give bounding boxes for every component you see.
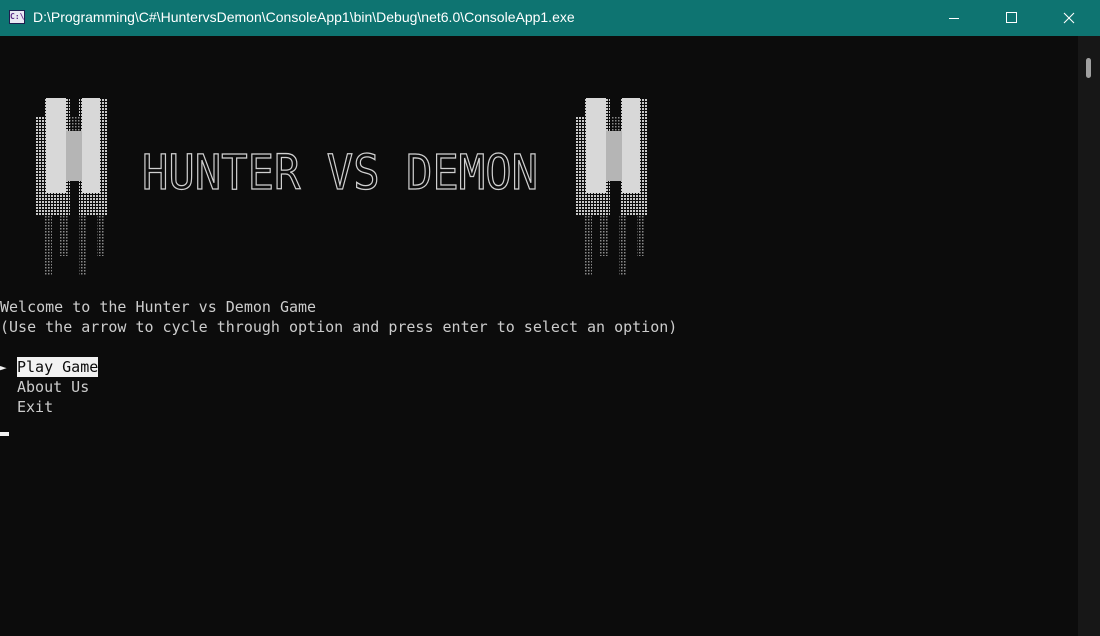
text-cursor — [0, 432, 9, 436]
console-app-icon: C:\ — [9, 10, 25, 24]
hunter-ascii-art — [35, 98, 107, 276]
window-title: D:\Programming\C#\HuntervsDemon\ConsoleA… — [33, 9, 575, 25]
maximize-button[interactable] — [982, 0, 1040, 36]
console-window: C:\ D:\Programming\C#\HuntervsDemon\Cons… — [0, 0, 1100, 636]
instructions-text: (Use the arrow to cycle through option a… — [0, 318, 678, 336]
vertical-scrollbar[interactable] — [1078, 36, 1100, 636]
close-button[interactable] — [1040, 0, 1098, 36]
close-icon — [1063, 12, 1075, 24]
console-output[interactable]: HUNTER VS DEMON Welcome to the Hunter vs… — [0, 36, 1078, 636]
minimize-button[interactable] — [925, 0, 983, 36]
menu-item-exit[interactable]: Exit — [17, 397, 53, 417]
demon-ascii-art — [575, 98, 648, 276]
menu-item-about-us[interactable]: About Us — [17, 377, 89, 397]
minimize-icon — [949, 18, 959, 19]
scrollbar-thumb[interactable] — [1086, 58, 1091, 78]
banner-title: HUNTER VS DEMON — [142, 145, 538, 201]
menu-pointer-icon: ► — [0, 361, 7, 374]
welcome-text: Welcome to the Hunter vs Demon Game — [0, 298, 317, 316]
maximize-icon — [1006, 12, 1017, 23]
title-bar[interactable]: C:\ D:\Programming\C#\HuntervsDemon\Cons… — [0, 0, 1100, 36]
menu-item-play-game[interactable]: Play Game — [17, 357, 99, 377]
ascii-banner: HUNTER VS DEMON — [35, 98, 648, 276]
